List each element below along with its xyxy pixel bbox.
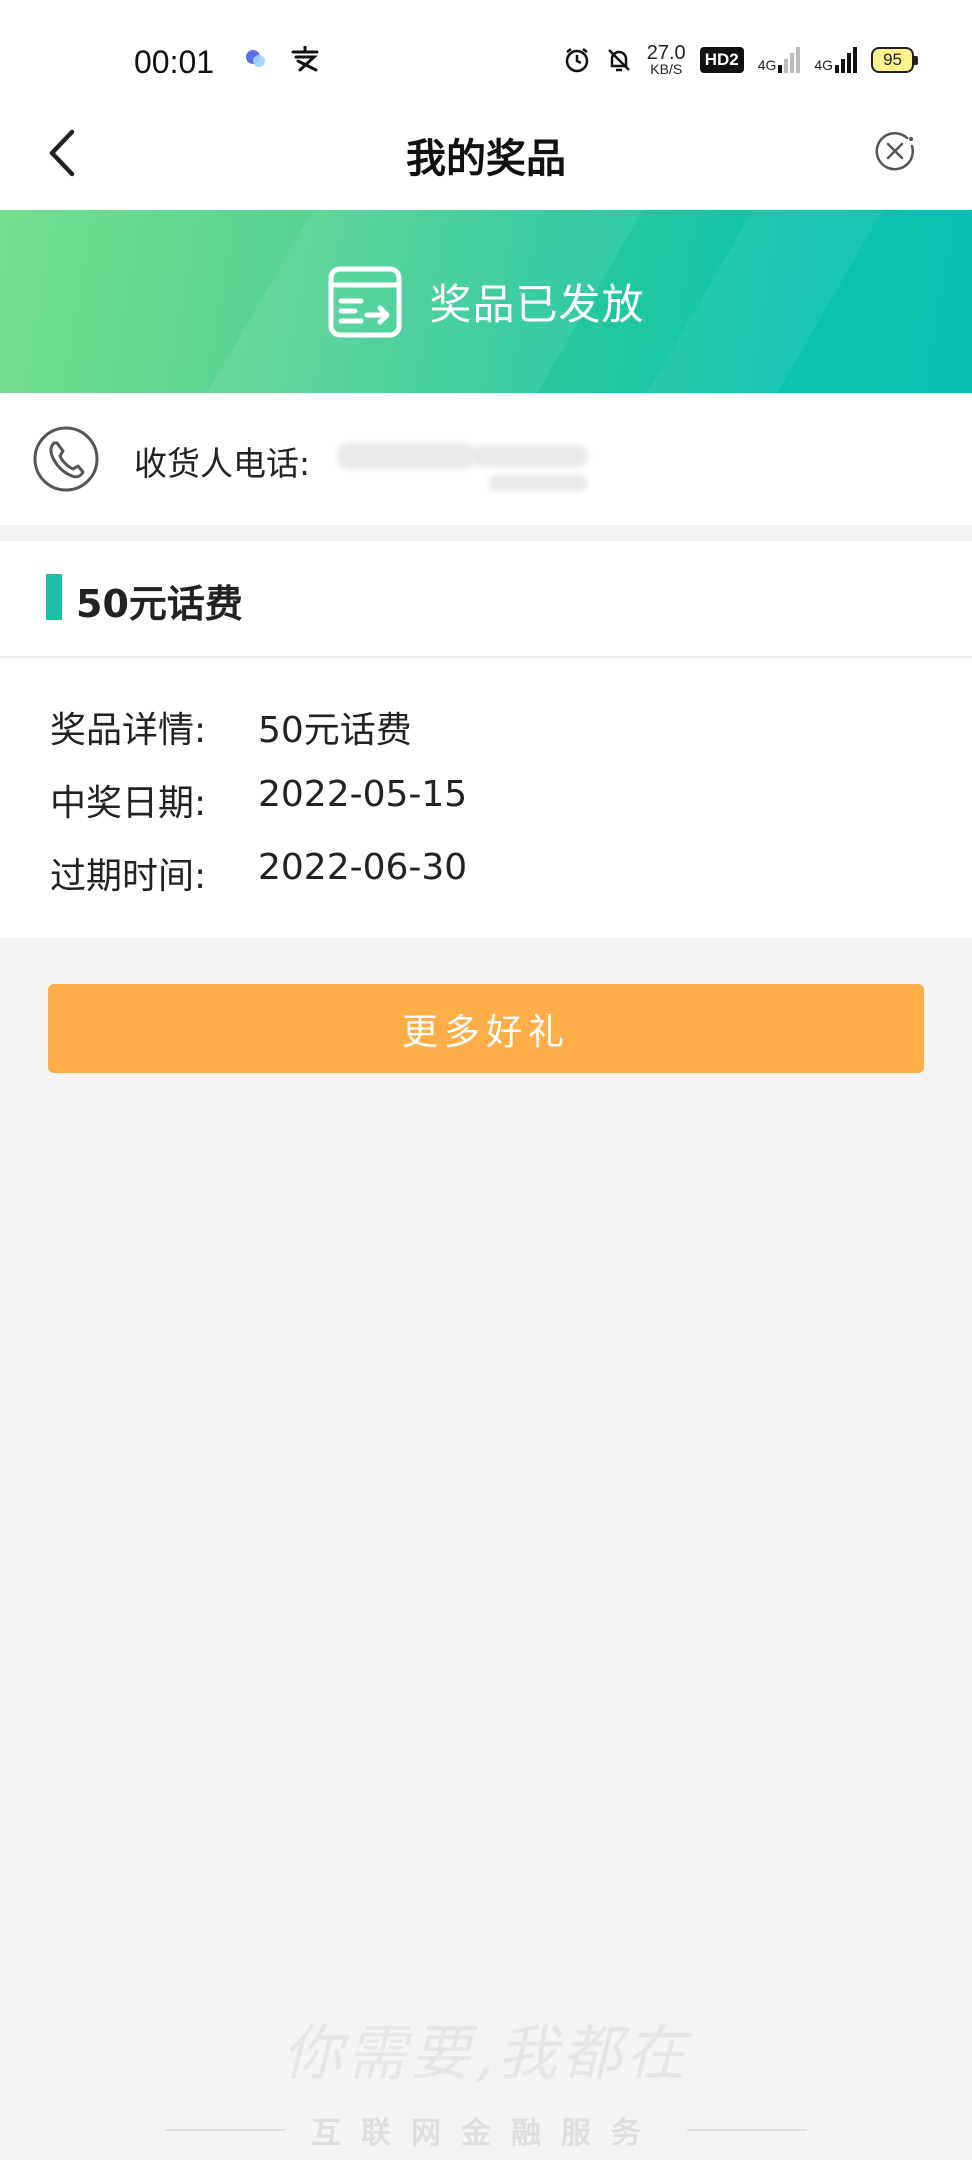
status-banner: 奖品已发放: [0, 210, 972, 393]
detail-row-win-date: 中奖日期: 2022-05-15: [50, 774, 467, 826]
nav-bar: 我的奖品: [0, 100, 972, 210]
prize-card: 50元话费 奖品详情: 50元话费 中奖日期: 2022-05-15 过期时间:…: [0, 541, 972, 938]
signal-1: 4G: [757, 47, 801, 74]
detail-value: 2022-06-30: [258, 847, 468, 888]
close-circle-icon[interactable]: [874, 130, 916, 172]
detail-label: 过期时间:: [50, 856, 207, 897]
detail-row-expiry: 过期时间: 2022-06-30: [50, 847, 467, 899]
detail-value: 2022-05-15: [258, 774, 468, 815]
speed-unit: KB/S: [650, 61, 683, 77]
footer-tagline: 互联网金融服务: [311, 2116, 661, 2151]
title-accent-bar: [46, 574, 62, 620]
footer-divider-right: [687, 2129, 807, 2131]
more-gifts-button[interactable]: 更多好礼: [48, 984, 924, 1073]
network-speed: 27.0 KB/S: [647, 43, 686, 77]
mute-bell-icon: [607, 49, 630, 72]
redacted-phone-2: [472, 445, 588, 467]
status-icons: 27.0 KB/S HD2 4G 4G 95: [563, 43, 918, 77]
signal-2: 4G: [814, 47, 858, 74]
network-type-2: 4G: [814, 57, 834, 74]
alipay-icon: [291, 46, 319, 72]
app-bubble-icon: [246, 50, 265, 67]
banner-text: 奖品已发放: [429, 280, 645, 329]
battery-indicator: 95: [871, 47, 918, 74]
receiver-phone-label: 收货人电话:: [134, 444, 311, 483]
detail-value: 50元话费: [258, 710, 412, 751]
phone-icon: [33, 426, 99, 492]
alarm-icon: [565, 48, 588, 73]
status-app-icons: [244, 46, 320, 72]
status-time: 00:01: [134, 44, 215, 80]
detail-row-prize: 奖品详情: 50元话费: [50, 701, 412, 753]
footer-divider-left: [165, 2129, 285, 2131]
contact-row: 收货人电话:: [0, 393, 972, 525]
prize-title: 50元话费: [76, 582, 243, 626]
network-type-1: 4G: [757, 57, 777, 74]
redacted-phone: [336, 443, 476, 469]
delivery-box-icon: [328, 266, 402, 337]
detail-label: 中奖日期:: [50, 783, 207, 824]
hd-badge: HD2: [699, 47, 744, 74]
page-title: 我的奖品: [406, 136, 566, 182]
footer-slogan: 你需要,我都在: [282, 2019, 690, 2089]
footer: 互联网金融服务: [0, 2108, 972, 2152]
redacted-phone-3: [488, 475, 588, 491]
prize-header: 50元话费: [0, 541, 972, 658]
detail-label: 奖品详情:: [50, 710, 207, 751]
